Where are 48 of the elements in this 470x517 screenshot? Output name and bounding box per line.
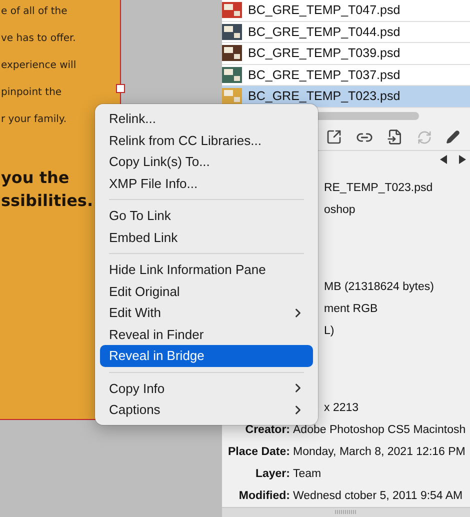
relink-icon[interactable] <box>326 129 342 146</box>
link-name: BC_GRE_TEMP_T037.psd <box>248 68 400 82</box>
page-text: pinpoint the <box>0 86 63 100</box>
link-row[interactable]: BC_GRE_TEMP_T047.psd <box>222 0 470 22</box>
menu-item[interactable]: Relink... <box>100 108 313 130</box>
link-name: BC_GRE_TEMP_T044.psd <box>248 24 400 39</box>
link-row[interactable]: BC_GRE_TEMP_T037.psd <box>222 64 470 86</box>
link-row[interactable]: BC_GRE_TEMP_T039.psd <box>222 43 470 64</box>
go-to-link-icon[interactable] <box>387 129 403 146</box>
menu-item[interactable]: Relink from CC Libraries... <box>100 130 313 151</box>
next-icon[interactable] <box>459 154 466 164</box>
info-value: L) <box>324 324 336 337</box>
menu-item[interactable]: Captions <box>100 399 313 420</box>
info-value: x 2213 <box>324 402 360 414</box>
link-row[interactable]: BC_GRE_TEMP_T023.psd <box>222 86 470 108</box>
page-headline: ssibilities. <box>0 190 94 212</box>
previous-icon[interactable] <box>440 154 447 164</box>
info-value: Adobe Photoshop CS5 Macintosh <box>293 424 467 436</box>
info-value: Team <box>293 468 322 480</box>
info-value: ment RGB <box>324 302 379 315</box>
info-label: Layer: <box>254 468 290 480</box>
menu-item[interactable]: Copy Link(s) To... <box>100 151 313 172</box>
page-text: experience will <box>0 59 78 73</box>
page-text: e of all of the <box>0 5 68 19</box>
menu-item[interactable]: Hide Link Information Pane <box>100 259 313 280</box>
info-value: Monday, March 8, 2021 12:16 PM <box>293 446 466 458</box>
info-label: Creator: <box>244 424 290 436</box>
menu-item[interactable]: Embed Link <box>100 226 313 248</box>
info-value: Wednesd ctober 5, 2011 9:54 AM <box>293 490 464 502</box>
menu-item[interactable]: Edit With <box>100 302 313 324</box>
page-text: ve has to offer. <box>0 32 77 46</box>
info-value: oshop <box>324 204 356 216</box>
info-label: Place Date: <box>226 446 290 458</box>
menu-item[interactable]: XMP File Info... <box>100 172 313 194</box>
menu-item[interactable]: Go To Link <box>100 205 313 226</box>
menu-item[interactable]: Copy Info <box>100 378 313 399</box>
pencil-icon[interactable] <box>446 130 460 144</box>
link-name: BC_GRE_TEMP_T047.psd <box>248 3 400 18</box>
info-value: RE_TEMP_T023.psd <box>324 182 434 194</box>
info-label: Modified: <box>238 490 290 502</box>
info-value: MB (21318624 bytes) <box>324 280 435 293</box>
menu-item[interactable]: Reveal in Finder <box>100 324 313 345</box>
menu-item[interactable]: Reveal in Bridge <box>100 345 313 366</box>
link-name: BC_GRE_TEMP_T023.psd <box>248 89 400 104</box>
link-row[interactable]: BC_GRE_TEMP_T044.psd <box>222 22 470 43</box>
selection-handle[interactable] <box>116 84 125 93</box>
link-name: BC_GRE_TEMP_T039.psd <box>248 46 400 60</box>
menu-item[interactable]: Edit Original <box>100 280 313 302</box>
